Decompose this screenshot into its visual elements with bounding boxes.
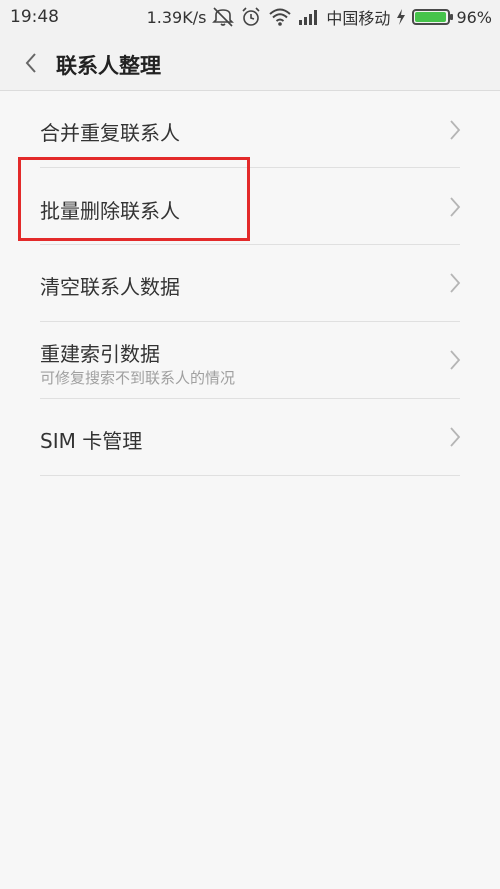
- network-speed: 1.39K/s: [146, 7, 207, 27]
- wifi-icon: [268, 5, 292, 29]
- chevron-left-icon: [25, 53, 36, 73]
- mute-icon: [212, 5, 235, 29]
- divider: [40, 475, 460, 476]
- status-time: 19:48: [10, 7, 59, 27]
- back-button[interactable]: [14, 46, 48, 80]
- list-item-label: SIM 卡管理: [40, 429, 143, 453]
- signal-icon: [298, 5, 320, 29]
- chevron-right-icon: [450, 197, 461, 217]
- battery-icon: [412, 9, 454, 25]
- alarm-icon: [240, 5, 262, 29]
- list-item-label: 重建索引数据: [40, 342, 160, 366]
- list-item-label: 合并重复联系人: [40, 121, 180, 145]
- status-icons: 1.39K/s 中国移动 96%: [147, 5, 492, 29]
- battery-level-fill: [415, 12, 447, 22]
- list-item-label: 清空联系人数据: [40, 275, 180, 299]
- carrier-name: 中国移动: [326, 9, 391, 28]
- highlight-annotation-box: [18, 157, 250, 241]
- list-item-sim-management[interactable]: SIM 卡管理: [0, 399, 500, 476]
- chevron-right-icon: [450, 350, 461, 370]
- title-bar: 联系人整理: [0, 36, 500, 91]
- chevron-right-icon: [450, 427, 461, 447]
- status-bar: 19:48 1.39K/s 中国移动 96%: [0, 0, 500, 36]
- page-title: 联系人整理: [56, 54, 161, 78]
- settings-list: 合并重复联系人 批量删除联系人 清空联系人数据 重建索引数据 可修复搜索不到联系…: [0, 91, 500, 476]
- battery-percent: 96%: [456, 7, 492, 27]
- list-item-subtitle: 可修复搜索不到联系人的情况: [40, 369, 236, 387]
- charging-icon: [396, 5, 406, 29]
- chevron-right-icon: [450, 273, 461, 293]
- list-item-rebuild-index[interactable]: 重建索引数据 可修复搜索不到联系人的情况: [0, 322, 500, 399]
- chevron-right-icon: [450, 120, 461, 140]
- list-item-clear-data[interactable]: 清空联系人数据: [0, 245, 500, 322]
